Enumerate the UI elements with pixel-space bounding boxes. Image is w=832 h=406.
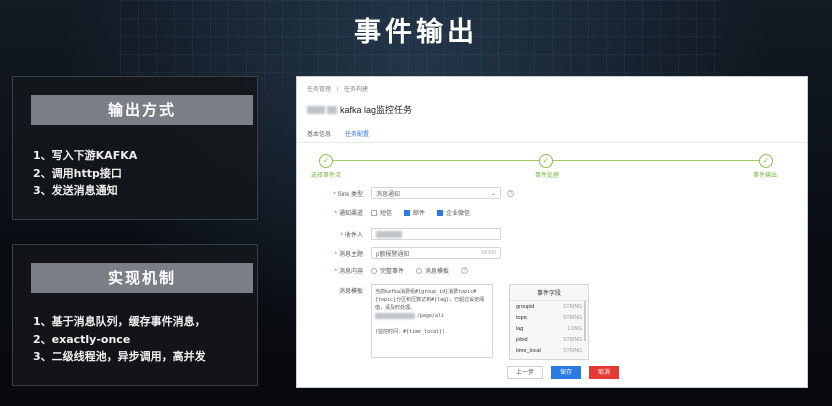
tab-bar: 基本信息 任务配置 — [307, 129, 370, 143]
panel-heading: 输出方式 — [31, 95, 253, 125]
channel-row: * 通知渠道 短信 邮件 企业微信 — [307, 208, 482, 217]
template-line: /page/ali — [375, 312, 489, 320]
step-label: 事件处理 — [535, 173, 560, 179]
sink-type-row: * Sink 类型 消息通知 ⌄ ? — [307, 187, 514, 199]
event-fields-title: 事件字段 — [510, 285, 588, 301]
template-row: 消息模板 — [307, 286, 371, 295]
list-item[interactable]: groupid STRING — [510, 301, 588, 312]
list-item[interactable]: lag LONG — [510, 323, 588, 334]
template-line: 当前kafka消费组#{group_id}消费topic# — [375, 289, 477, 295]
list-item[interactable]: jobid STRING — [510, 334, 588, 345]
subject-row: * 消息主题 p额报警通知 10/100 — [307, 247, 501, 259]
checkbox[interactable] — [404, 209, 411, 216]
breadcrumb-separator: / — [336, 87, 339, 93]
field-label: * 收件人 — [340, 232, 363, 239]
receiver-row: * 收件人 — [307, 228, 501, 240]
tab-basic-info[interactable]: 基本信息 — [307, 129, 331, 143]
cancel-button[interactable]: 取消 — [589, 366, 620, 379]
prev-step-button[interactable]: 上一步 — [507, 366, 544, 379]
slide-title: 事件输出 — [354, 17, 478, 48]
template-line: (监控时间：#{time_local}) — [375, 329, 446, 335]
template-line: {topic}分区积压数达到#{lag}，已超过设定阈 — [375, 297, 485, 303]
output-methods-list: 1、写入下游KAFKA 2、调用http接口 3、发送消息通知 — [33, 147, 137, 200]
channel-email-option[interactable]: 邮件 — [404, 208, 425, 217]
step-label: 事件输出 — [753, 173, 778, 179]
field-label: * Sink 类型 — [333, 191, 363, 198]
redacted-text — [376, 230, 402, 238]
template-textarea[interactable]: 当前kafka消费组#{group_id}消费topic# {topic}分区积… — [371, 284, 493, 358]
content-template-option[interactable]: 消息模板 — [416, 266, 449, 275]
select-value: 消息通知 — [376, 191, 401, 198]
form-actions: 上一步 保存 取消 — [507, 366, 620, 379]
help-icon[interactable]: ? — [507, 189, 514, 197]
redacted-text — [375, 313, 415, 319]
radio[interactable] — [371, 267, 377, 274]
field-label: * 消息内容 — [334, 269, 363, 275]
divider — [297, 142, 807, 143]
breadcrumb-item[interactable]: 任务管理 — [307, 87, 331, 93]
task-config-screenshot: 任务管理 / 任务构建 kafka lag监控任务 基本信息 任务配置 ✓ ✓ … — [296, 76, 808, 388]
chevron-down-icon: ⌄ — [490, 190, 496, 197]
panel-heading: 实现机制 — [31, 263, 253, 293]
list-item[interactable]: time_local STRING — [510, 345, 588, 356]
step-3-check-icon: ✓ — [759, 154, 773, 168]
scrollbar[interactable] — [584, 301, 586, 341]
breadcrumb: 任务管理 / 任务构建 — [307, 84, 372, 93]
field-label: * 消息主题 — [334, 251, 363, 258]
breadcrumb-item: 任务构建 — [344, 87, 369, 93]
checkbox[interactable] — [371, 209, 377, 216]
mechanism-panel: 实现机制 1、基于消息队列，缓存事件消息， 2、exactly-once 3、二… — [12, 244, 258, 386]
char-count: 10/100 — [480, 250, 496, 256]
step-1-check-icon: ✓ — [319, 154, 333, 168]
help-icon[interactable]: ? — [461, 267, 469, 274]
field-label: 消息模板 — [338, 289, 363, 295]
resize-handle[interactable]: ⋰ — [484, 347, 489, 355]
subject-value: p额报警通知 — [376, 251, 410, 258]
step-label: 选择事件流 — [311, 173, 342, 179]
step-2-check-icon: ✓ — [539, 154, 553, 168]
checkbox[interactable] — [437, 209, 444, 216]
template-line — [375, 320, 489, 328]
mechanism-list: 1、基于消息队列，缓存事件消息， 2、exactly-once 3、二级线程池，… — [33, 313, 206, 366]
event-fields-panel: 事件字段 groupid STRING topic STRING lag LONG j… — [509, 284, 589, 360]
tab-task-config[interactable]: 任务配置 — [345, 129, 370, 143]
template-line: 值，请及时处理。 — [375, 305, 416, 311]
redacted-text — [327, 105, 337, 114]
subject-input[interactable]: p额报警通知 10/100 — [371, 247, 501, 259]
list-item: 1、写入下游KAFKA — [33, 149, 138, 162]
redacted-text — [307, 105, 325, 114]
list-item: 3、发送消息通知 — [33, 184, 118, 197]
save-button[interactable]: 保存 — [551, 366, 582, 379]
field-label: * 通知渠道 — [334, 211, 363, 217]
content-full-event-option[interactable]: 完整事件 — [371, 266, 404, 275]
task-title-text: kafka lag监控任务 — [340, 105, 413, 115]
channel-sms-option[interactable]: 短信 — [371, 208, 392, 217]
list-item: 3、二级线程池，异步调用，高并发 — [33, 350, 206, 363]
list-item: 1、基于消息队列，缓存事件消息， — [33, 315, 206, 328]
content-row: * 消息内容 完整事件 消息模板 ? — [307, 266, 469, 275]
list-item[interactable]: topic STRING — [510, 312, 588, 323]
list-item: 2、调用http接口 — [33, 166, 122, 180]
receiver-input[interactable] — [371, 228, 501, 240]
sink-type-select[interactable]: 消息通知 ⌄ — [371, 187, 501, 199]
channel-wecom-option[interactable]: 企业微信 — [437, 208, 470, 217]
output-methods-panel: 输出方式 1、写入下游KAFKA 2、调用http接口 3、发送消息通知 — [12, 76, 258, 220]
page-title: kafka lag监控任务 — [307, 103, 412, 116]
list-item: 2、exactly-once — [33, 332, 131, 346]
radio[interactable] — [416, 267, 423, 274]
